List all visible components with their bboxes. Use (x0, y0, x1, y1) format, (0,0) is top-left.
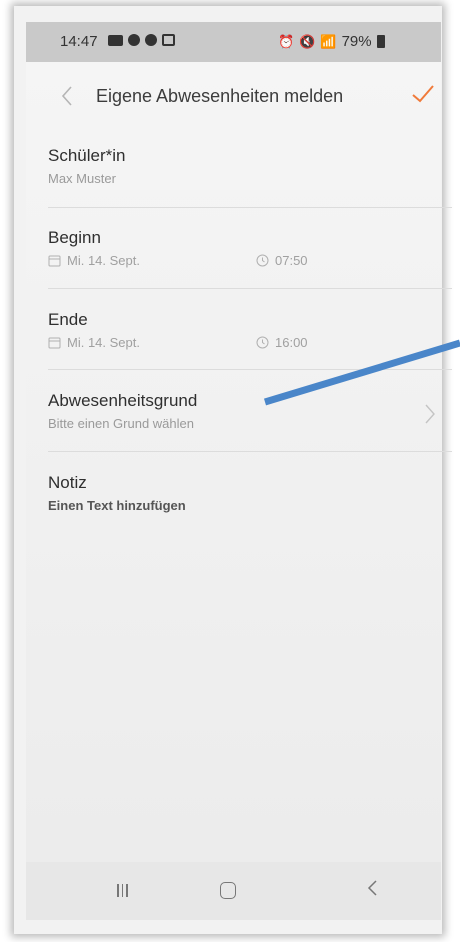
mail-icon (108, 34, 123, 46)
chevron-left-icon[interactable] (56, 84, 80, 108)
clock-icon (256, 254, 269, 267)
signal-icon: 📶 (320, 33, 337, 49)
status-time: 14:47 (60, 33, 98, 50)
divider (48, 207, 452, 208)
battery-percent: 79% (341, 33, 372, 50)
begin-date: Mi. 14. Sept. (67, 253, 140, 268)
battery-icon (376, 35, 385, 48)
begin-label: Beginn (48, 228, 101, 247)
student-value: Max Muster (48, 171, 116, 186)
notification-dot-icon (128, 34, 140, 46)
end-time-picker[interactable]: 16:00 (256, 335, 308, 350)
begin-field: Beginn Mi. 14. Sept. 07:50 (48, 228, 451, 278)
reason-label: Abwesenheitsgrund (48, 391, 198, 410)
end-field: Ende Mi. 14. Sept. 16:00 (48, 310, 451, 360)
student-field: Schüler*in Max Muster (48, 146, 451, 196)
end-date-picker[interactable]: Mi. 14. Sept. (48, 335, 140, 350)
note-field[interactable]: Notiz Einen Text hinzufügen (48, 473, 451, 523)
calendar-icon (48, 255, 61, 267)
divider (48, 369, 452, 370)
begin-date-picker[interactable]: Mi. 14. Sept. (48, 253, 140, 268)
page-title: Eigene Abwesenheiten melden (96, 86, 344, 106)
absence-report-screen: Eigene Abwesenheiten melden Schüler*in M… (26, 62, 452, 862)
student-label: Schüler*in (48, 146, 126, 165)
status-bar: 14:47 ⏰ 🔇 📶 79% (26, 22, 441, 62)
alarm-icon: ⏰ (278, 33, 295, 49)
recents-icon[interactable] (117, 884, 128, 897)
calendar-icon (48, 337, 61, 349)
mute-icon: 🔇 (299, 33, 316, 49)
end-date: Mi. 14. Sept. (67, 335, 140, 350)
clock-icon (256, 336, 269, 349)
back-nav-icon[interactable] (365, 877, 379, 906)
system-nav-bar (26, 862, 441, 920)
chevron-right-icon (425, 404, 435, 424)
gallery-icon (162, 34, 175, 46)
app-header: Eigene Abwesenheiten melden (26, 62, 441, 132)
end-label: Ende (48, 310, 88, 329)
system-icons: ⏰ 🔇 📶 79% (278, 33, 385, 50)
notification-icons (108, 34, 175, 46)
note-placeholder: Einen Text hinzufügen (48, 498, 186, 513)
end-time: 16:00 (275, 335, 308, 350)
reason-placeholder: Bitte einen Grund wählen (48, 416, 194, 431)
notification-dot-icon (145, 34, 157, 46)
check-icon[interactable] (410, 81, 436, 107)
divider (48, 288, 452, 289)
begin-time: 07:50 (275, 253, 308, 268)
begin-time-picker[interactable]: 07:50 (256, 253, 308, 268)
divider (48, 451, 452, 452)
home-icon[interactable] (220, 882, 236, 899)
reason-field[interactable]: Abwesenheitsgrund Bitte einen Grund wähl… (48, 391, 451, 441)
note-label: Notiz (48, 473, 87, 492)
